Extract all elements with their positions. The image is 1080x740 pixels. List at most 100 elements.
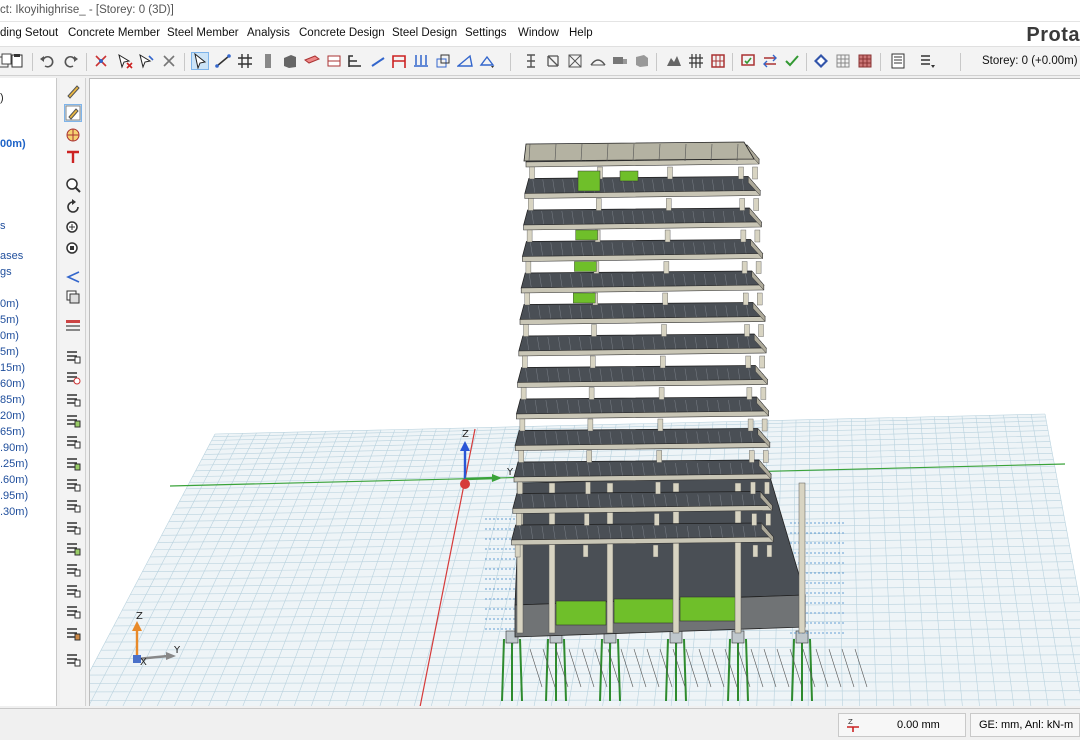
storey-14-icon[interactable] <box>64 650 82 668</box>
beam-icon[interactable] <box>303 52 321 70</box>
edit-pencil-icon[interactable] <box>64 104 82 122</box>
cross-box-icon[interactable] <box>566 52 584 70</box>
list-dropdown-icon[interactable] <box>918 52 936 70</box>
report-icon[interactable] <box>889 52 907 70</box>
storey-0-icon[interactable] <box>64 347 82 365</box>
3d-model-viewport[interactable]: Z Y Z X Y <box>89 78 1080 706</box>
storey-1-icon[interactable] <box>64 368 82 386</box>
wall-icon[interactable] <box>281 52 299 70</box>
view-arrow-icon[interactable] <box>64 268 82 286</box>
tree-item[interactable]: gs <box>0 266 12 278</box>
pattern-dropdown-icon[interactable] <box>478 52 496 70</box>
design-icon[interactable] <box>739 52 757 70</box>
units-readout[interactable]: GE: mm, Anl: kN-m <box>970 713 1080 737</box>
arch-icon[interactable] <box>589 52 607 70</box>
storey-selector[interactable]: Storey: 0 (+0.00m) <box>982 55 1078 67</box>
truck-icon[interactable] <box>611 52 629 70</box>
delete-node-icon[interactable] <box>116 52 134 70</box>
frame-icon[interactable] <box>390 52 408 70</box>
storey-7-icon[interactable] <box>64 496 82 514</box>
tree-item[interactable]: 20m) <box>0 410 25 422</box>
tree-item[interactable]: 15m) <box>0 362 25 374</box>
slope-icon[interactable] <box>456 52 474 70</box>
globe-icon[interactable] <box>64 126 82 144</box>
tree-item[interactable]: ases <box>0 250 23 262</box>
menu-concrete-member[interactable]: Concrete Member <box>68 27 160 39</box>
undo-icon[interactable] <box>38 52 56 70</box>
column <box>588 387 595 400</box>
storey-10-icon[interactable] <box>64 560 82 578</box>
brace-icon[interactable] <box>369 52 387 70</box>
tree-item[interactable]: ) <box>0 92 4 104</box>
storey-11-icon[interactable] <box>64 581 82 599</box>
paste-icon[interactable] <box>8 52 26 70</box>
tree-item[interactable]: 5m) <box>0 346 19 358</box>
tree-item[interactable]: .60m) <box>0 474 28 486</box>
menu-building-setout[interactable]: ding Setout <box>0 27 58 39</box>
load-grid-icon[interactable] <box>709 52 727 70</box>
pencil-icon[interactable] <box>64 82 82 100</box>
elevation-readout[interactable]: Z 0.00 mm <box>838 713 966 737</box>
tree-item[interactable]: 0m) <box>0 298 19 310</box>
storey-list-icon[interactable] <box>64 316 82 334</box>
tree-item[interactable]: 60m) <box>0 378 25 390</box>
column <box>585 481 591 495</box>
tree-item[interactable]: 85m) <box>0 394 25 406</box>
table-view-icon[interactable] <box>834 52 852 70</box>
tree-item[interactable]: 5m) <box>0 314 19 326</box>
storey-13-icon[interactable] <box>64 624 82 642</box>
menu-window[interactable]: Window <box>518 27 559 39</box>
menu-concrete-design[interactable]: Concrete Design <box>299 27 385 39</box>
slab-icon[interactable] <box>325 52 343 70</box>
storey-9-icon[interactable] <box>64 539 82 557</box>
stair-icon[interactable] <box>346 52 364 70</box>
tree-item[interactable]: .30m) <box>0 506 28 518</box>
pointer-delete-icon[interactable] <box>137 52 155 70</box>
tree-item[interactable]: .90m) <box>0 442 28 454</box>
close-x-icon[interactable] <box>160 52 178 70</box>
copy-storey-icon[interactable] <box>64 288 82 306</box>
zoom-in-icon[interactable] <box>64 219 82 237</box>
wall-panel-icon[interactable] <box>633 52 651 70</box>
tree-item[interactable]: .95m) <box>0 490 28 502</box>
hill-icon[interactable] <box>665 52 683 70</box>
storey-6-icon[interactable] <box>64 475 82 493</box>
swap-icon[interactable] <box>761 52 779 70</box>
select-pointer-icon[interactable] <box>191 52 209 70</box>
check-icon[interactable] <box>783 52 801 70</box>
grid-select-icon[interactable] <box>856 52 874 70</box>
tree-item[interactable]: .25m) <box>0 458 28 470</box>
foundation-icon[interactable] <box>412 52 430 70</box>
grid-chart-icon[interactable] <box>687 52 705 70</box>
column-icon[interactable] <box>259 52 277 70</box>
grid-icon[interactable] <box>236 52 254 70</box>
redo-icon[interactable] <box>62 52 80 70</box>
zoom-icon[interactable] <box>64 176 82 194</box>
zoom-extent-icon[interactable] <box>64 240 82 258</box>
menu-analysis[interactable]: Analysis <box>247 27 290 39</box>
menu-help[interactable]: Help <box>569 27 593 39</box>
column <box>758 324 764 337</box>
storey-2-icon[interactable] <box>64 390 82 408</box>
tee-icon[interactable] <box>64 148 82 166</box>
menu-steel-member[interactable]: Steel Member <box>167 27 239 39</box>
menu-settings[interactable]: Settings <box>465 27 507 39</box>
tree-item[interactable]: 0m) <box>0 330 19 342</box>
tree-item[interactable]: s <box>0 220 6 232</box>
dimension-icon[interactable] <box>522 52 540 70</box>
storey-4-icon[interactable] <box>64 432 82 450</box>
tree-item[interactable]: 65m) <box>0 426 25 438</box>
section-icon[interactable] <box>434 52 452 70</box>
rotate-icon[interactable] <box>64 198 82 216</box>
add-node-icon[interactable] <box>92 52 110 70</box>
tree-item[interactable]: 00m) <box>0 138 26 150</box>
storey-12-icon[interactable] <box>64 602 82 620</box>
menu-steel-design[interactable]: Steel Design <box>392 27 457 39</box>
3d-scene[interactable]: Z Y Z X Y <box>90 79 1080 706</box>
storey-3-icon[interactable] <box>64 411 82 429</box>
storey-8-icon[interactable] <box>64 518 82 536</box>
hatch-icon[interactable] <box>544 52 562 70</box>
storey-5-icon[interactable] <box>64 454 82 472</box>
render-icon[interactable] <box>812 52 830 70</box>
line-icon[interactable] <box>214 52 232 70</box>
